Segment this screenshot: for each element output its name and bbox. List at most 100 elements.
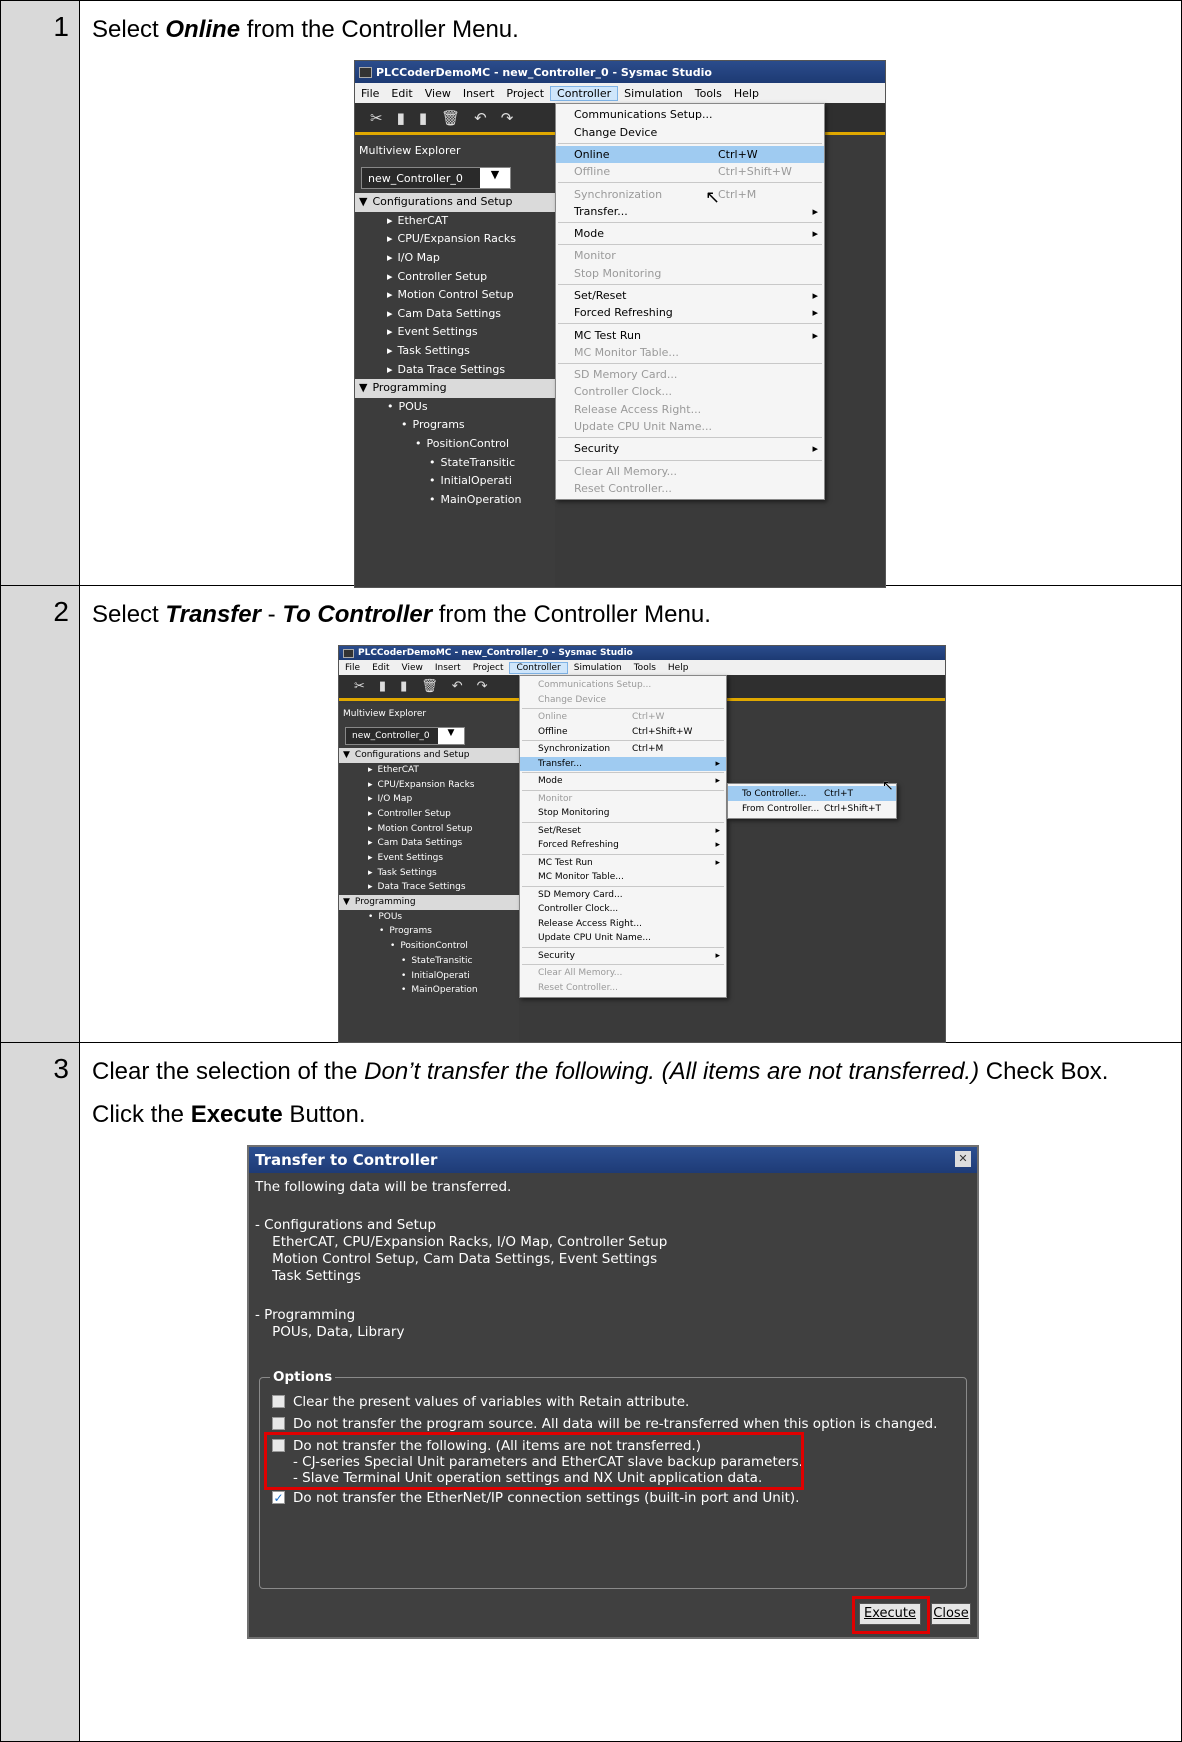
tree-item[interactable]: ▸ Task Settings [355,342,555,361]
controller-combo[interactable]: new_Controller_0 ▼ [361,167,511,190]
menu-project[interactable]: Project [500,87,550,100]
menu-project[interactable]: Project [467,663,510,673]
cut-icon[interactable]: ✂ [354,679,365,694]
menu-item[interactable]: SD Memory Card... [520,888,726,903]
menu-file[interactable]: File [339,663,366,673]
tree-item[interactable]: ▸ EtherCAT [355,212,555,231]
menu-simulation[interactable]: Simulation [568,663,628,673]
paste-icon[interactable]: ▮ [419,109,427,127]
menu-tools[interactable]: Tools [689,87,728,100]
menu-view[interactable]: View [419,87,457,100]
tree-item[interactable]: • MainOperation [355,491,555,510]
tree-item[interactable]: • Programs [339,924,519,939]
menu-view[interactable]: View [396,663,429,673]
menu-item[interactable]: Controller Clock... [520,902,726,917]
menu-edit[interactable]: Edit [385,87,418,100]
menu-file[interactable]: File [355,87,385,100]
copy-icon[interactable]: ▮ [397,109,405,127]
menu-item[interactable]: Mode ▸ [520,774,726,789]
menu-insert[interactable]: Insert [457,87,501,100]
undo-icon[interactable]: ↶ [452,679,463,694]
tree-item[interactable]: ▼ Configurations and Setup [355,193,555,212]
menu-edit[interactable]: Edit [366,663,395,673]
menu-item[interactable]: MC Test Run ▸ [520,856,726,871]
tree-item[interactable]: ▸ Motion Control Setup [339,822,519,837]
menu-item[interactable]: Mode ▸ [556,225,824,242]
tree-item[interactable]: ▸ I/O Map [339,792,519,807]
tree-item[interactable]: • StateTransitic [339,954,519,969]
paste-icon[interactable]: ▮ [400,679,407,694]
chevron-down-icon[interactable]: ▼ [480,168,510,189]
menu-item[interactable]: Forced Refreshing ▸ [556,304,824,321]
redo-icon[interactable]: ↷ [477,679,488,694]
menu-item[interactable]: Online Ctrl+W [556,145,824,164]
tree-item[interactable]: ▸ Data Trace Settings [339,880,519,895]
menu-item[interactable]: Security ▸ [556,440,824,457]
menu-controller[interactable]: Controller [550,85,619,101]
cut-icon[interactable]: ✂ [370,109,383,127]
option-no-program-source[interactable]: Do not transfer the program source. All … [272,1416,937,1432]
menu-item[interactable]: Forced Refreshing ▸ [520,838,726,853]
menu-item[interactable]: Set/Reset ▸ [520,824,726,839]
tree-item[interactable]: ▸ EtherCAT [339,763,519,778]
close-button[interactable]: Close [931,1603,971,1626]
option-no-ethernetip[interactable]: ✓ Do not transfer the EtherNet/IP connect… [272,1490,799,1506]
chevron-down-icon[interactable]: ▼ [438,728,464,745]
menu-item[interactable]: Synchronization Ctrl+M [520,742,726,757]
tree-item[interactable]: ▸ Controller Setup [339,807,519,822]
tree-item[interactable]: ▸ Motion Control Setup [355,286,555,305]
menu-help[interactable]: Help [662,663,695,673]
tree-item[interactable]: • StateTransitic [355,454,555,473]
tree-item[interactable]: ▼ Configurations and Setup [339,748,519,763]
menu-item[interactable]: Stop Monitoring [520,806,726,821]
tree-item[interactable]: ▸ I/O Map [355,249,555,268]
tree-item[interactable]: ▼ Programming [355,379,555,398]
menu-item[interactable]: Communications Setup... [556,106,824,123]
menu-simulation[interactable]: Simulation [618,87,689,100]
delete-icon[interactable]: 🗑 [441,109,460,127]
close-icon[interactable]: ✕ [955,1151,971,1168]
tree-item[interactable]: ▸ Data Trace Settings [355,361,555,380]
menu-controller[interactable]: Controller [509,661,568,674]
menu-item[interactable]: Offline Ctrl+Shift+W [520,725,726,740]
undo-icon[interactable]: ↶ [474,109,487,127]
tree-item[interactable]: • MainOperation [339,983,519,998]
tree-item[interactable]: • POUs [339,910,519,925]
checkbox[interactable] [272,1394,285,1408]
redo-icon[interactable]: ↷ [501,109,514,127]
checkbox[interactable] [272,1416,285,1430]
tree-item[interactable]: ▸ Controller Setup [355,268,555,287]
menu-item[interactable]: Release Access Right... [520,917,726,932]
tree-item[interactable]: ▸ CPU/Expansion Racks [339,778,519,793]
menu-tools[interactable]: Tools [628,663,662,673]
menu-item[interactable]: Set/Reset ▸ [556,287,824,304]
tree-item[interactable]: ▼ Programming [339,895,519,910]
submenu-item[interactable]: From Controller... Ctrl+Shift+T [728,801,896,816]
tree-item[interactable]: • Programs [355,416,555,435]
menu-insert[interactable]: Insert [429,663,467,673]
tree-item[interactable]: • PositionControl [339,939,519,954]
tree-item[interactable]: ▸ Cam Data Settings [355,305,555,324]
copy-icon[interactable]: ▮ [379,679,386,694]
menu-item[interactable]: MC Test Run ▸ [556,326,824,343]
menu-item[interactable]: Change Device [556,123,824,140]
tree-item[interactable]: ▸ Event Settings [339,851,519,866]
check-icon[interactable]: ✓ [272,1490,285,1504]
tree-item[interactable]: ▸ Task Settings [339,866,519,881]
menu-item[interactable]: MC Monitor Table... [520,870,726,885]
tree-item[interactable]: • POUs [355,398,555,417]
menu-item[interactable]: Transfer... ▸ [520,756,726,772]
menu-help[interactable]: Help [728,87,765,100]
tree-item[interactable]: ▸ CPU/Expansion Racks [355,230,555,249]
submenu-item[interactable]: To Controller... Ctrl+T [728,786,896,802]
menu-item[interactable]: Update CPU Unit Name... [520,931,726,946]
tree-item[interactable]: ▸ Event Settings [355,323,555,342]
tree-item[interactable]: • PositionControl [355,435,555,454]
controller-combo[interactable]: new_Controller_0 ▼ [345,727,465,746]
menu-item[interactable]: Security ▸ [520,949,726,964]
tree-item[interactable]: ▸ Cam Data Settings [339,836,519,851]
menu-item[interactable]: Transfer... ▸ [556,203,824,220]
delete-icon[interactable]: 🗑 [421,679,438,694]
tree-item[interactable]: • InitialOperati [339,969,519,984]
tree-item[interactable]: • InitialOperati [355,472,555,491]
